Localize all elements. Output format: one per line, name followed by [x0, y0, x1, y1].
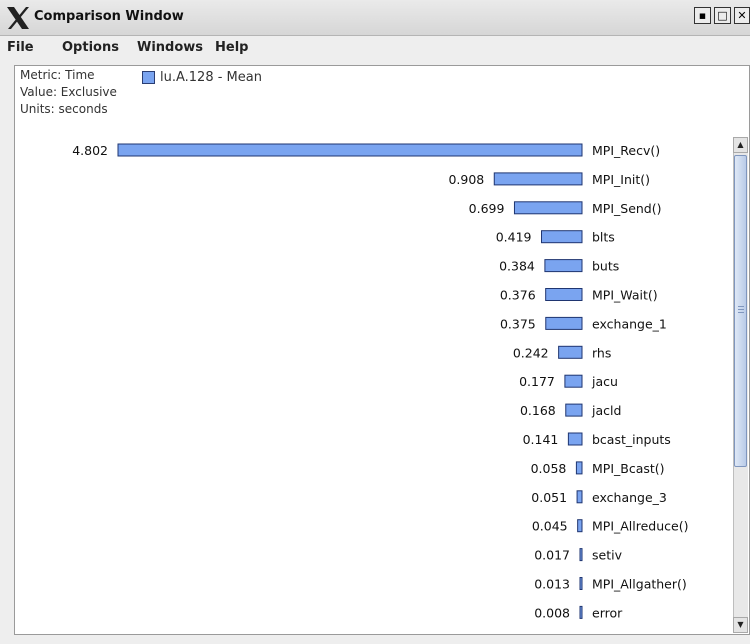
bar-value-label: 0.908	[448, 172, 484, 187]
bar-category-label[interactable]: rhs	[592, 345, 611, 360]
bar-value-label: 0.168	[520, 403, 556, 418]
bar[interactable]	[545, 288, 583, 301]
bar[interactable]	[579, 605, 583, 619]
bar-value-label: 0.008	[534, 605, 570, 620]
bar-value-label: 0.375	[500, 316, 536, 331]
bar-category-label[interactable]: blts	[592, 230, 615, 245]
arrow-up-icon: ▲	[737, 140, 744, 149]
scrollbar-thumb[interactable]	[734, 155, 747, 467]
bar[interactable]	[117, 143, 583, 157]
bar-category-label[interactable]: bcast_inputs	[592, 432, 671, 447]
bar-value-label: 0.058	[531, 461, 567, 476]
bar[interactable]	[575, 461, 583, 475]
bar[interactable]	[544, 259, 583, 273]
bar-value-label: 0.699	[469, 201, 505, 216]
bar-category-label[interactable]: error	[592, 605, 623, 620]
bar-chart: 4.802 MPI_Recv() 0.908 MPI_Init() 0.699 MPI_S…	[72, 143, 688, 620]
bar[interactable]	[567, 432, 583, 446]
bar-value-label: 0.384	[499, 259, 535, 274]
bar-rows: 4.802 MPI_Recv() 0.908 MPI_Init() 0.699 MPI_S…	[72, 143, 688, 620]
bar[interactable]	[545, 316, 583, 330]
bar-category-label[interactable]: exchange_3	[592, 490, 667, 505]
bar-category-label[interactable]: MPI_Allgather()	[592, 577, 687, 592]
bar-category-label[interactable]: MPI_Bcast()	[592, 461, 665, 476]
scroll-up-button[interactable]: ▲	[733, 137, 748, 153]
bar-value-label: 0.376	[500, 288, 536, 303]
bar-category-label[interactable]: MPI_Wait()	[592, 288, 658, 303]
bar-category-label[interactable]: exchange_1	[592, 316, 667, 331]
grip-line	[738, 309, 744, 310]
bar-category-label[interactable]: MPI_Allreduce()	[592, 519, 688, 534]
grip-line	[738, 306, 744, 307]
bar-category-label[interactable]: setiv	[592, 548, 623, 563]
arrow-down-icon: ▼	[737, 620, 744, 629]
bar-category-label[interactable]: MPI_Recv()	[592, 143, 660, 158]
bar[interactable]	[565, 403, 583, 417]
bar-category-label[interactable]: MPI_Send()	[592, 201, 662, 216]
bar-value-label: 0.177	[519, 374, 555, 389]
bar[interactable]	[576, 490, 583, 504]
bar-value-label: 0.013	[534, 577, 570, 592]
scroll-down-button[interactable]: ▼	[733, 617, 748, 633]
bar-category-label[interactable]: buts	[592, 259, 619, 274]
bar-category-label[interactable]: jacu	[591, 374, 618, 389]
grip-line	[738, 312, 744, 313]
bar-value-label: 4.802	[72, 143, 108, 158]
bar[interactable]	[579, 548, 583, 562]
bar[interactable]	[493, 172, 583, 186]
bar-value-label: 0.141	[523, 432, 559, 447]
bar[interactable]	[558, 345, 583, 359]
bar[interactable]	[564, 374, 583, 388]
bar[interactable]	[513, 201, 583, 215]
bar-value-label: 0.017	[534, 548, 570, 563]
bar[interactable]	[577, 519, 583, 533]
bar-category-label[interactable]: jacld	[591, 403, 621, 418]
bar[interactable]	[541, 230, 583, 244]
bar-value-label: 0.242	[513, 345, 549, 360]
bar-value-label: 0.045	[532, 519, 568, 534]
bar[interactable]	[579, 577, 583, 590]
bar-value-label: 0.051	[531, 490, 567, 505]
bar-value-label: 0.419	[496, 230, 532, 245]
bar-category-label[interactable]: MPI_Init()	[592, 172, 650, 187]
